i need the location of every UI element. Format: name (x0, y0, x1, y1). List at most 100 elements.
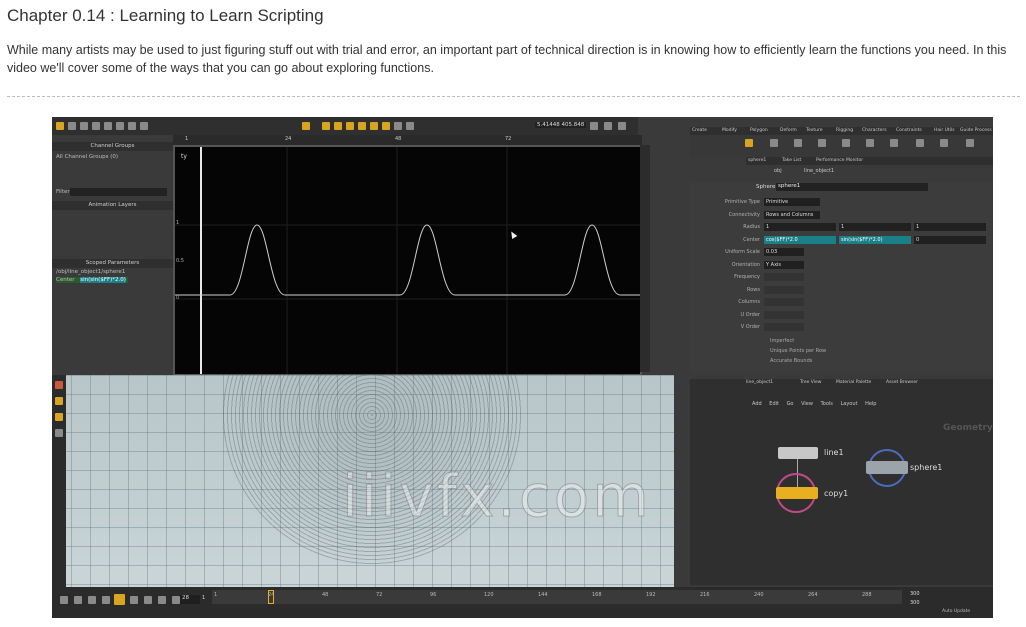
shelf-tool-icon[interactable] (966, 139, 974, 147)
tool-icon[interactable] (346, 122, 354, 130)
param-field[interactable]: cos($FF)*2.0 (764, 235, 836, 244)
shelf-tool-icon[interactable] (916, 139, 924, 147)
graph-editor[interactable]: ty 1 0.5 0 (173, 145, 642, 376)
param-field[interactable]: 1 (914, 223, 986, 231)
tool-icon[interactable] (334, 122, 342, 130)
node-name-field[interactable]: sphere1 (776, 183, 928, 191)
tool-icon[interactable] (618, 122, 626, 130)
shelf-tab[interactable]: Texture (806, 128, 822, 133)
network-menu-item[interactable]: View (801, 401, 813, 407)
select-icon[interactable] (55, 397, 63, 405)
magnet-icon[interactable] (55, 381, 63, 389)
param-field[interactable] (764, 273, 804, 281)
network-tab[interactable]: line_object1 (746, 380, 773, 385)
pane-tab[interactable]: sphere1 (748, 158, 766, 163)
network-menu-item[interactable]: Tools (821, 401, 833, 407)
step-back-icon[interactable] (74, 596, 82, 604)
network-menu-item[interactable]: Add (752, 401, 762, 407)
tool-icon[interactable] (68, 122, 76, 130)
network-tab[interactable]: Tree View (800, 380, 822, 385)
param-field[interactable]: Rows and Columns (764, 210, 820, 219)
pane-tab[interactable]: Performance Monitor (816, 158, 863, 163)
tool-icon[interactable] (590, 122, 598, 130)
shelf-tab[interactable]: Constraints (896, 128, 922, 133)
filter-input[interactable] (70, 188, 167, 196)
start-frame-field[interactable]: 1 (202, 595, 210, 604)
auto-update-label[interactable]: Auto Update (942, 609, 970, 614)
param-field[interactable]: Y Axis (764, 260, 804, 269)
tool-icon[interactable] (140, 122, 148, 130)
shelf-tab[interactable]: Polygon (750, 128, 768, 133)
sphere-node[interactable] (866, 461, 908, 474)
param-checkbox-label[interactable]: Unique Points per Row (770, 348, 826, 354)
line-node[interactable] (778, 447, 818, 459)
play-icon[interactable] (130, 596, 138, 604)
param-field[interactable]: 0 (914, 235, 986, 244)
next-key-icon[interactable] (144, 596, 152, 604)
shelf-tool-icon[interactable] (745, 139, 753, 147)
network-menu-item[interactable]: Edit (769, 401, 779, 407)
shelf-tool-icon[interactable] (890, 139, 898, 147)
tool-icon[interactable] (302, 122, 310, 130)
transform-icon[interactable] (55, 413, 63, 421)
param-field[interactable]: Primitive (764, 198, 820, 206)
param-field[interactable]: 0.03 (764, 248, 804, 256)
tool-icon[interactable] (394, 122, 402, 130)
network-menu-item[interactable]: Layout (840, 401, 857, 407)
param-field[interactable]: 1 (839, 223, 911, 231)
path-segment[interactable]: line_object1 (804, 168, 834, 174)
tool-icon[interactable] (370, 122, 378, 130)
param-field[interactable] (764, 310, 804, 319)
tool-icon[interactable] (80, 122, 88, 130)
copy-node[interactable] (776, 487, 818, 499)
param-checkbox-label[interactable]: Imperfect (770, 338, 794, 344)
shelf-tool-icon[interactable] (940, 139, 948, 147)
shelf-tab[interactable]: Create (692, 128, 707, 133)
shelf-tab[interactable]: Deform (780, 128, 797, 133)
tool-icon[interactable] (358, 122, 366, 130)
param-field[interactable]: 1 (764, 223, 836, 231)
shelf-tab[interactable]: Characters (862, 128, 887, 133)
step-forward-icon[interactable] (158, 596, 166, 604)
shelf-tool-icon[interactable] (818, 139, 826, 147)
tool-icon[interactable] (116, 122, 124, 130)
shelf-tab[interactable]: Guide Process (960, 128, 992, 133)
shelf-tool-icon[interactable] (794, 139, 802, 147)
scoped-path[interactable]: /obj/line_object1/sphere1 (56, 269, 125, 275)
stop-icon[interactable] (114, 594, 125, 605)
shelf-tab[interactable]: Hair Utils (934, 128, 955, 133)
tool-icon[interactable] (128, 122, 136, 130)
path-segment[interactable]: obj (774, 168, 782, 174)
param-field[interactable] (764, 323, 804, 331)
graph-vertical-scrollbar[interactable] (640, 145, 650, 372)
menu-icon[interactable] (56, 122, 64, 130)
graph-ruler[interactable]: 1 24 48 72 (173, 135, 642, 145)
tool-icon[interactable] (382, 122, 390, 130)
shelf-tool-icon[interactable] (842, 139, 850, 147)
tool-icon[interactable] (406, 122, 414, 130)
play-reverse-icon[interactable] (102, 596, 110, 604)
shelf-tab[interactable]: Modify (722, 128, 737, 133)
param-field[interactable] (764, 285, 804, 294)
current-frame-field[interactable]: 28 (180, 595, 200, 604)
network-menu-item[interactable]: Help (865, 401, 876, 407)
network-tab[interactable]: Material Palette (836, 380, 871, 385)
network-tab[interactable]: Asset Browser (886, 380, 918, 385)
tool-icon[interactable] (604, 122, 612, 130)
jump-end-icon[interactable] (172, 596, 180, 604)
shelf-tool-icon[interactable] (770, 139, 778, 147)
network-menu-item[interactable]: Go (787, 401, 794, 407)
end-frame-field[interactable]: 300 (910, 600, 920, 606)
prev-key-icon[interactable] (88, 596, 96, 604)
tool-icon[interactable] (92, 122, 100, 130)
param-field[interactable] (764, 298, 804, 306)
timeline-ruler[interactable]: 1 24 48 72 96 120 144 168 192 216 240 264 288 (212, 590, 902, 604)
shelf-tool-icon[interactable] (866, 139, 874, 147)
timeline-playhead[interactable] (268, 590, 274, 604)
pane-tab[interactable]: Take List (782, 158, 801, 163)
tool-icon[interactable] (322, 122, 330, 130)
param-checkbox-label[interactable]: Accurate Bounds (770, 358, 812, 364)
network-editor[interactable]: line_object1 Tree View Material Palette … (690, 379, 993, 585)
tool-icon[interactable] (104, 122, 112, 130)
end-frame-field[interactable]: 300 (910, 591, 920, 597)
